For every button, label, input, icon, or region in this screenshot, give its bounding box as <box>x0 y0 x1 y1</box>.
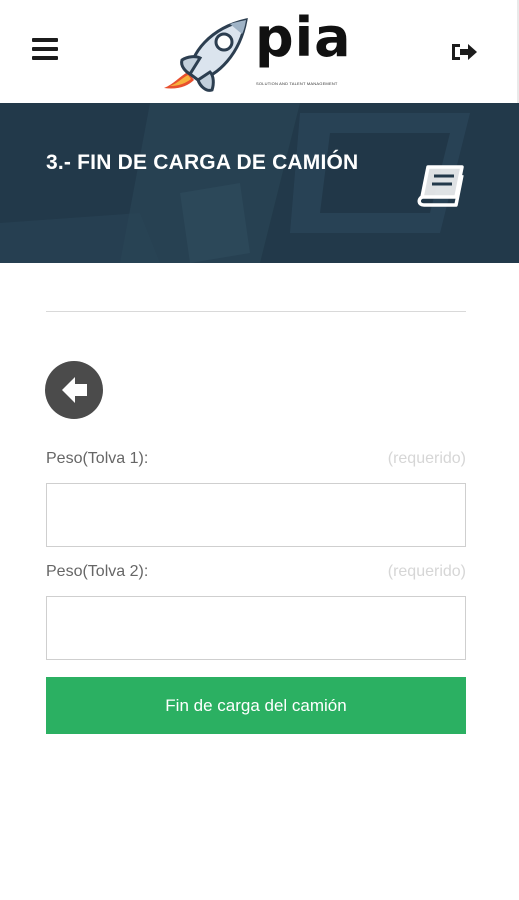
tolva2-weight-input[interactable] <box>46 596 466 660</box>
logo-tagline: SOLUTION AND TALENT MANAGEMENT <box>256 81 338 86</box>
sign-out-icon[interactable] <box>448 38 482 66</box>
finish-loading-button[interactable]: Fin de carga del camión <box>46 677 466 734</box>
tolva1-required-hint: (requerido) <box>387 450 466 467</box>
page-title: 3.- FIN DE CARGA DE CAMIÓN <box>46 151 359 174</box>
tolva1-weight-input[interactable] <box>46 483 466 547</box>
rocket-icon <box>164 18 248 92</box>
back-button[interactable] <box>45 361 103 419</box>
page-header-banner: 3.- FIN DE CARGA DE CAMIÓN <box>0 103 519 263</box>
tolva2-required-hint: (requerido) <box>387 563 466 580</box>
tolva2-label: Peso(Tolva 2): <box>46 563 149 580</box>
tolva1-label: Peso(Tolva 1): <box>46 450 149 467</box>
top-navbar: pia SOLUTION AND TALENT MANAGEMENT <box>0 0 519 103</box>
logo-wordmark: pia <box>255 6 352 69</box>
section-divider <box>46 311 466 312</box>
book-icon <box>416 163 468 209</box>
arrow-left-icon <box>62 377 87 403</box>
hamburger-menu-icon[interactable] <box>30 36 60 62</box>
pia-logo: pia SOLUTION AND TALENT MANAGEMENT <box>160 6 360 96</box>
